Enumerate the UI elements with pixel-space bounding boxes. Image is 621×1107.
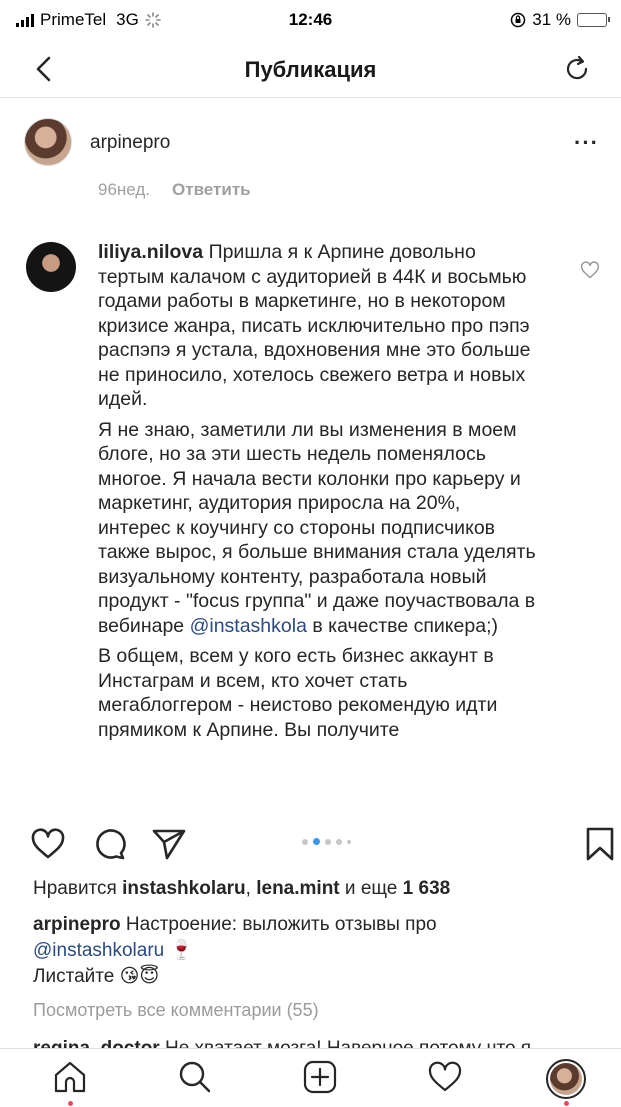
profile-avatar xyxy=(550,1063,582,1095)
post-author-username[interactable]: arpinepro xyxy=(90,132,170,154)
caption-emojis: 😘😇 xyxy=(119,966,160,987)
search-icon[interactable] xyxy=(177,1059,213,1095)
likes-separator: , xyxy=(245,878,251,899)
caption-text: Настроение: выложить отзывы про xyxy=(125,914,437,935)
comment-paragraph-2: Я не знаю, заметили ли вы изменения в мо… xyxy=(98,418,538,639)
previous-comment-time: 96нед. xyxy=(98,180,151,199)
comment-paragraph-2-text: Я не знаю, заметили ли вы изменения в мо… xyxy=(98,418,536,637)
post-header: arpinepro ··· xyxy=(0,112,621,170)
commenter-avatar xyxy=(26,242,76,292)
post-author-avatar[interactable] xyxy=(24,118,72,166)
likes-prefix: Нравится xyxy=(33,878,117,899)
post-caption: arpinepro Настроение: выложить отзывы пр… xyxy=(33,912,593,990)
comment-heart-icon xyxy=(580,261,600,279)
partial-comment-user: regina_doctor xyxy=(33,1038,160,1048)
rotation-lock-icon xyxy=(511,12,526,28)
carousel-indicator xyxy=(302,838,351,845)
action-bar xyxy=(0,818,621,868)
profile-tab[interactable] xyxy=(546,1059,586,1099)
nav-bar: Публикация xyxy=(0,42,621,98)
home-icon[interactable] xyxy=(52,1059,88,1095)
caption-mention[interactable]: @instashkolaru xyxy=(33,940,164,961)
likes-count[interactable]: 1 638 xyxy=(403,878,451,899)
page-title: Публикация xyxy=(244,57,377,82)
previous-comment-reply: Ответить xyxy=(172,180,251,199)
status-right: 31 % xyxy=(510,10,610,30)
carousel-dot xyxy=(313,838,320,845)
comment-text: liliya.nilova Пришла я к Арпине довольно… xyxy=(98,240,538,748)
post-media[interactable]: 96нед. Ответить liliya.nilova Пришла я к … xyxy=(10,172,610,804)
previous-comment-meta: 96нед. Ответить xyxy=(98,180,251,200)
carousel-dot xyxy=(302,838,308,845)
partial-comment-text: Не хватает мозга! Наверное потому что я xyxy=(165,1038,531,1048)
profile-notification-dot xyxy=(564,1101,569,1106)
liked-by-user-1[interactable]: instashkolaru xyxy=(122,878,246,899)
comment-paragraph-3: В общем, всем у кого есть бизнес аккаунт… xyxy=(98,645,498,741)
likes-line: Нравится instashkolaru, lena.mint и еще … xyxy=(33,878,450,900)
wine-glass-emoji: 🍷 xyxy=(169,940,194,961)
tab-bar xyxy=(0,1048,621,1107)
bookmark-icon[interactable] xyxy=(582,826,618,862)
commenter-username: liliya.nilova xyxy=(98,241,204,263)
more-horizontal-icon[interactable]: ··· xyxy=(574,130,599,156)
view-all-comments-link[interactable]: Посмотреть все комментарии (55) xyxy=(33,1000,319,1021)
comment-icon[interactable] xyxy=(91,826,127,862)
comment-paragraph-1-text: Пришла я к Арпине довольно тертым калачо… xyxy=(98,241,531,410)
battery-percent: 31 % xyxy=(532,10,571,29)
heart-icon[interactable] xyxy=(30,826,66,862)
liked-by-user-2[interactable]: lena.mint xyxy=(256,878,339,899)
caption-line-2: Листайте xyxy=(33,966,115,987)
activity-heart-icon[interactable] xyxy=(427,1059,463,1095)
carousel-dot xyxy=(325,838,331,845)
mention-link: @instashkola xyxy=(189,614,307,637)
refresh-icon[interactable] xyxy=(563,54,593,84)
carousel-dot xyxy=(336,838,342,845)
caption-username[interactable]: arpinepro xyxy=(33,914,121,935)
carousel-dot xyxy=(347,839,351,844)
home-notification-dot xyxy=(68,1101,73,1106)
status-bar: PrimeTel 3G 12:46 31 % xyxy=(0,0,621,42)
comment-paragraph-2-end: в качестве спикера;) xyxy=(312,614,498,637)
likes-and-more: и еще xyxy=(344,878,398,899)
battery-icon xyxy=(577,13,610,27)
comment-paragraph-1: liliya.nilova Пришла я к Арпине довольно… xyxy=(98,240,538,412)
paper-plane-icon[interactable] xyxy=(151,826,187,862)
partial-comment: regina_doctor Не хватает мозга! Наверное… xyxy=(33,1036,603,1048)
plus-square-icon[interactable] xyxy=(302,1059,338,1095)
